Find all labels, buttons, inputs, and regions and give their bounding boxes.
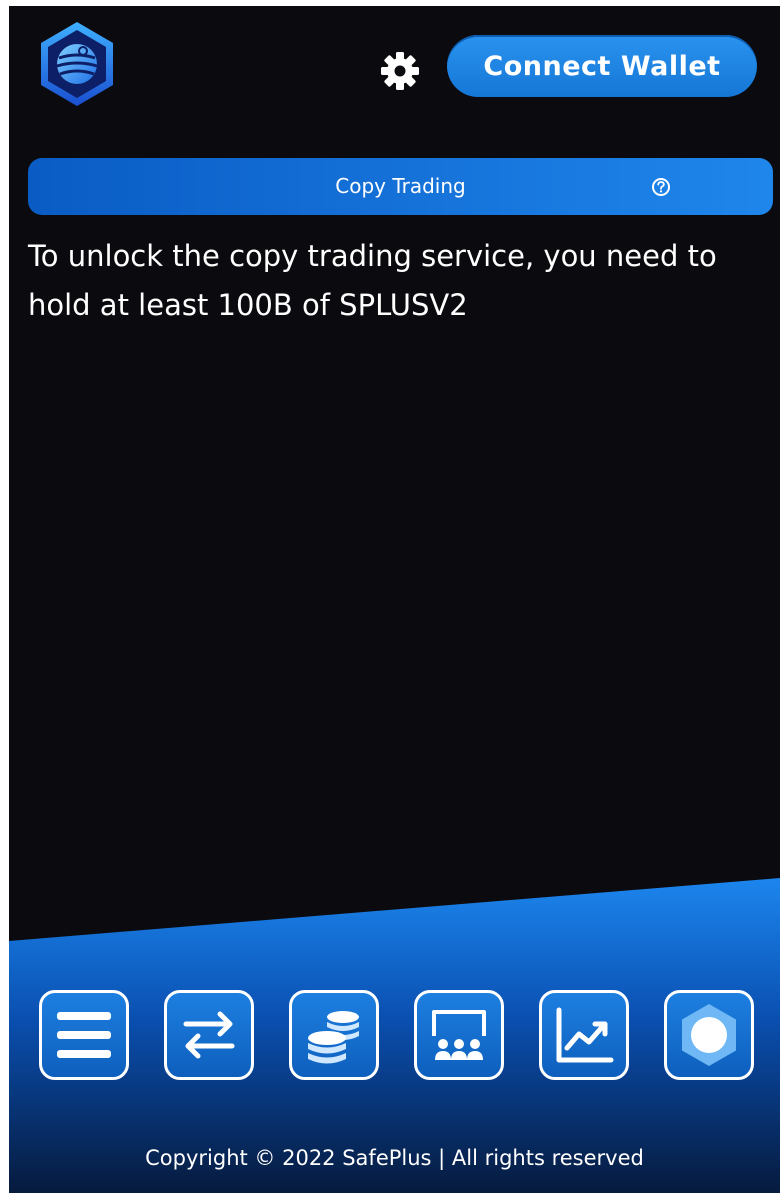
coins-stack-icon: [308, 1011, 359, 1064]
globe-hexagon-logo-icon[interactable]: [37, 20, 117, 108]
unlock-requirement-message: To unlock the copy trading service, you …: [28, 239, 717, 322]
menu-icon: [57, 1012, 111, 1058]
app-screen: Connect Wallet Copy Trading To unlock th…: [9, 6, 780, 1193]
nav-copy-trading-button[interactable]: [414, 990, 504, 1080]
connect-wallet-button[interactable]: Connect Wallet: [447, 35, 757, 97]
copyright-text: Copyright © 2022 SafePlus | All rights r…: [145, 1146, 644, 1170]
group-presentation-icon: [432, 1010, 486, 1060]
nav-charts-button[interactable]: [539, 990, 629, 1080]
question-circle-icon[interactable]: [651, 177, 671, 197]
nav-staking-button[interactable]: [289, 990, 379, 1080]
tab-copy-trading[interactable]: Copy Trading: [28, 158, 773, 215]
nav-hexagon-button[interactable]: [664, 990, 754, 1080]
gear-icon[interactable]: [379, 50, 421, 92]
swap-arrows-icon: [183, 1011, 235, 1059]
nav-swap-button[interactable]: [164, 990, 254, 1080]
hexagon-circle-icon: [682, 1004, 736, 1066]
nav-menu-button[interactable]: [39, 990, 129, 1080]
bottom-navigation: [39, 990, 769, 1086]
trending-chart-icon: [556, 1007, 614, 1063]
